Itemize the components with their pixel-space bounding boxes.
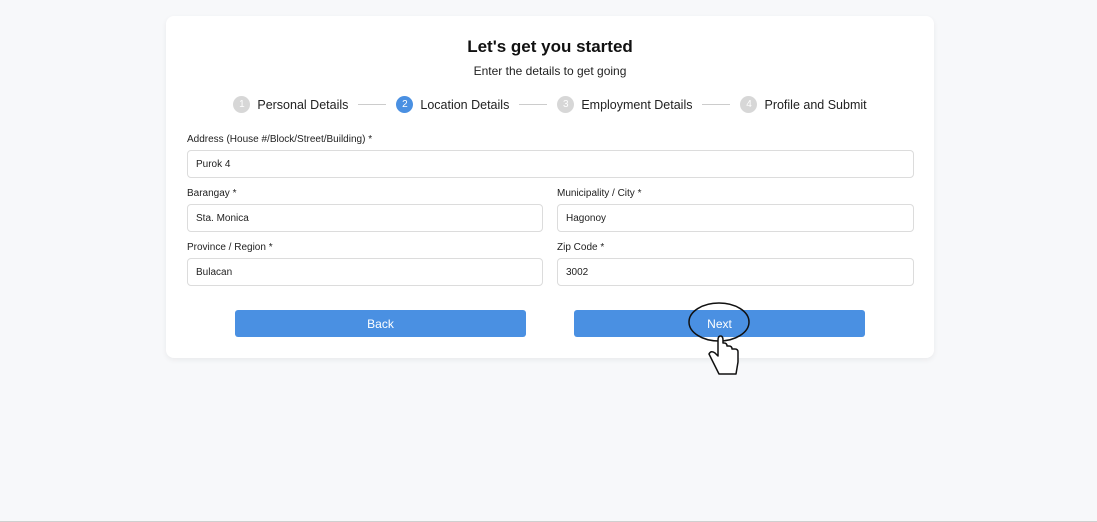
step-number: 2 bbox=[396, 96, 414, 113]
step-connector bbox=[358, 104, 387, 105]
municipality-input[interactable] bbox=[557, 204, 914, 232]
step-employment-details: 3 Employment Details bbox=[557, 96, 692, 113]
province-label: Province / Region * bbox=[187, 242, 273, 253]
step-label: Employment Details bbox=[581, 97, 693, 112]
zip-code-input[interactable] bbox=[557, 258, 914, 286]
step-connector bbox=[702, 104, 731, 105]
step-label: Profile and Submit bbox=[764, 97, 867, 112]
stepper: 1 Personal Details 2 Location Details 3 … bbox=[166, 96, 934, 113]
zip-code-label: Zip Code * bbox=[557, 242, 605, 253]
step-connector bbox=[519, 104, 548, 105]
barangay-label: Barangay * bbox=[187, 188, 237, 199]
municipality-label: Municipality / City * bbox=[557, 188, 642, 199]
step-number: 1 bbox=[233, 96, 251, 113]
back-button[interactable]: Back bbox=[235, 310, 526, 337]
address-input[interactable] bbox=[187, 150, 914, 178]
step-profile-and-submit: 4 Profile and Submit bbox=[740, 96, 867, 113]
province-input[interactable] bbox=[187, 258, 543, 286]
step-label: Personal Details bbox=[257, 97, 349, 112]
page-title: Let's get you started bbox=[467, 37, 633, 56]
barangay-input[interactable] bbox=[187, 204, 543, 232]
next-button[interactable]: Next bbox=[574, 310, 865, 337]
address-label: Address (House #/Block/Street/Building) … bbox=[187, 134, 373, 145]
page-subtitle: Enter the details to get going bbox=[473, 64, 627, 78]
step-number: 4 bbox=[740, 96, 758, 113]
registration-card: Let's get you started Enter the details … bbox=[166, 16, 934, 358]
step-personal-details: 1 Personal Details bbox=[233, 96, 348, 113]
step-location-details: 2 Location Details bbox=[396, 96, 509, 113]
step-label: Location Details bbox=[420, 97, 510, 112]
step-number: 3 bbox=[557, 96, 575, 113]
